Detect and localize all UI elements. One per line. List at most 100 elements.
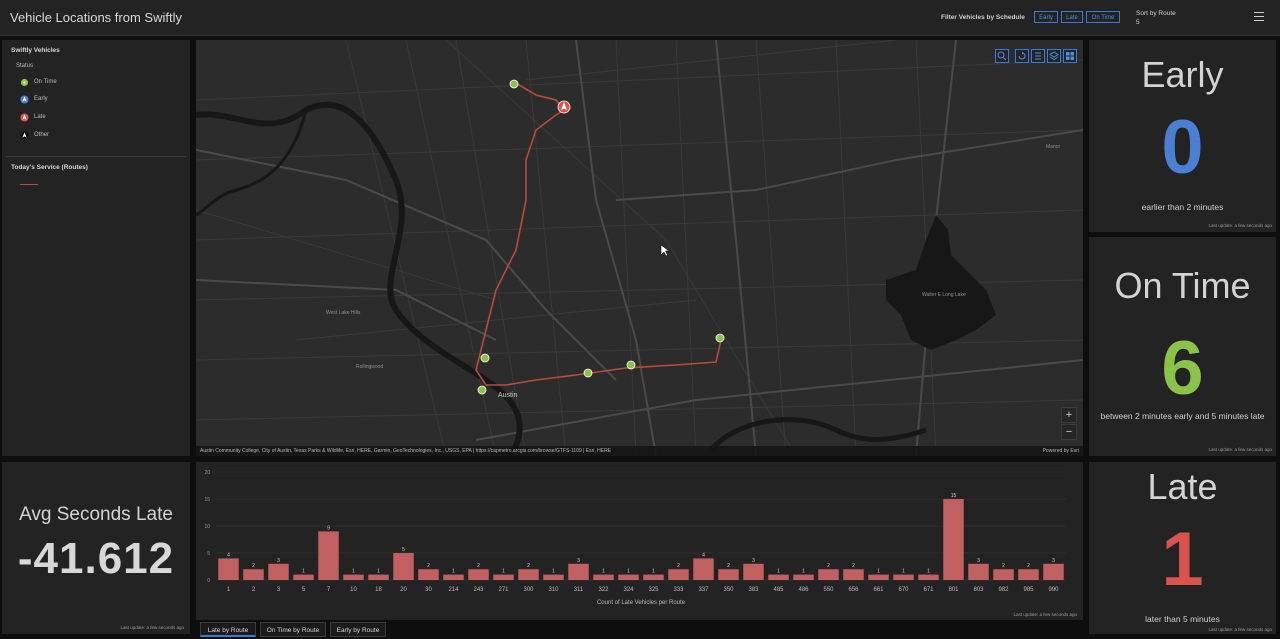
bar[interactable] [493,574,514,580]
bar[interactable] [318,531,339,580]
vehicle-on-time-marker[interactable] [715,333,725,343]
x-tick-label: 486 [798,587,809,593]
early-description: earlier than 2 minutes [1141,202,1224,212]
bar[interactable] [718,569,739,580]
bar[interactable] [918,574,939,580]
bar[interactable] [668,569,689,580]
bar[interactable] [518,569,539,580]
bar[interactable] [343,574,364,580]
map-view[interactable]: Austin West Lake Hills Rollingwood Walte… [196,40,1083,456]
x-tick-label: 333 [673,587,684,593]
powered-by-text[interactable]: Powered by Esri [1043,446,1079,456]
basemap-icon[interactable] [1063,49,1077,63]
list-icon[interactable] [1031,49,1045,63]
bar-value-label: 9 [327,525,330,531]
on-time-last-update: Last update: a few seconds ago [1208,447,1272,452]
sort-value[interactable]: 5 [1136,19,1140,26]
bar-value-label: 1 [352,569,355,575]
x-tick-label: 3 [277,587,281,593]
bar[interactable] [1018,569,1039,580]
bar[interactable] [543,574,564,580]
bar-value-label: 1 [902,569,905,575]
bar[interactable] [793,574,814,580]
bar-value-label: 3 [1052,558,1055,564]
other-arrow-icon [20,131,29,140]
bar[interactable] [968,563,989,580]
bar-value-label: 1 [802,569,805,575]
vehicle-on-time-marker[interactable] [583,368,593,378]
vehicle-late-marker[interactable] [557,100,571,114]
bar[interactable] [818,569,839,580]
bar[interactable] [843,569,864,580]
bar[interactable] [743,563,764,580]
rotate-icon[interactable] [1015,49,1029,63]
bar-value-label: 2 [1002,563,1005,569]
filter-label: Filter Vehicles by Schedule [941,14,1025,21]
filter-on-time-button[interactable]: On Time [1086,11,1120,23]
late-by-route-chart: 0 5 10 15 20 4 1 2 2 3 3 1 5 9 7 1 10 1 18 5 20 2 30 1 214 2 243 1 2… [196,462,1083,620]
bar[interactable] [368,574,389,580]
vehicle-on-time-marker[interactable] [480,353,490,363]
bar[interactable] [443,574,464,580]
x-tick-label: 5 [302,587,306,593]
bar[interactable] [943,499,964,580]
sort-label[interactable]: Sort by Route [1136,10,1176,17]
vehicle-on-time-marker[interactable] [626,360,636,370]
bar[interactable] [293,574,314,580]
late-title: Late [1147,466,1218,507]
bar[interactable] [643,574,664,580]
bar[interactable] [418,569,439,580]
bar[interactable] [568,563,589,580]
vehicle-on-time-marker[interactable] [509,79,519,89]
place-label: West Lake Hills [326,310,361,316]
x-tick-label: 985 [1023,587,1034,593]
bar[interactable] [893,574,914,580]
chart-last-update: Last update: a few seconds ago [1013,612,1077,617]
x-tick-label: 990 [1048,587,1059,593]
bar[interactable] [243,569,264,580]
x-tick-label: 10 [350,587,357,593]
bar-value-label: 5 [402,547,405,553]
search-icon[interactable] [995,49,1009,63]
early-count: 0 [1161,105,1204,190]
zoom-out-button[interactable]: − [1061,424,1077,440]
on-time-circle-icon [20,78,29,87]
layers-icon[interactable] [1047,49,1061,63]
tab-early-by-route[interactable]: Early by Route [330,622,386,637]
basemap [196,40,1083,456]
tab-late-by-route[interactable]: Late by Route [200,622,256,637]
bar[interactable] [768,574,789,580]
x-tick-label: 311 [574,587,584,593]
early-last-update: Last update: a few seconds ago [1208,223,1272,228]
bar-value-label: 2 [252,563,255,569]
x-tick-label: 1 [227,587,231,593]
bar[interactable] [868,574,889,580]
x-tick-label: 670 [898,587,909,593]
filter-late-button[interactable]: Late [1061,11,1083,23]
x-tick-label: 383 [748,587,759,593]
bar[interactable] [993,569,1014,580]
zoom-in-button[interactable]: + [1061,407,1077,423]
bar[interactable] [268,563,289,580]
bar-value-label: 1 [452,569,455,575]
bar[interactable] [468,569,489,580]
bar[interactable] [593,574,614,580]
x-tick-label: 337 [698,587,709,593]
on-time-indicator: On Time 6 between 2 minutes early and 5 … [1089,237,1276,456]
route-line-swatch [20,184,38,185]
on-time-count: 6 [1161,326,1204,411]
bar[interactable] [218,558,239,580]
early-title: Early [1141,54,1224,95]
bar[interactable] [1043,563,1064,580]
menu-icon[interactable] [1254,12,1264,22]
filter-early-button[interactable]: Early [1034,11,1058,23]
routes-title: Today's Service (Routes) [11,164,88,171]
bar[interactable] [693,558,714,580]
bar[interactable] [393,553,414,580]
bar-value-label: 2 [677,563,680,569]
vehicle-on-time-marker[interactable] [477,385,487,395]
x-tick-label: 243 [473,587,484,593]
tab-on-time-by-route[interactable]: On Time by Route [260,622,326,637]
bar[interactable] [618,574,639,580]
x-tick-label: 661 [873,587,884,593]
